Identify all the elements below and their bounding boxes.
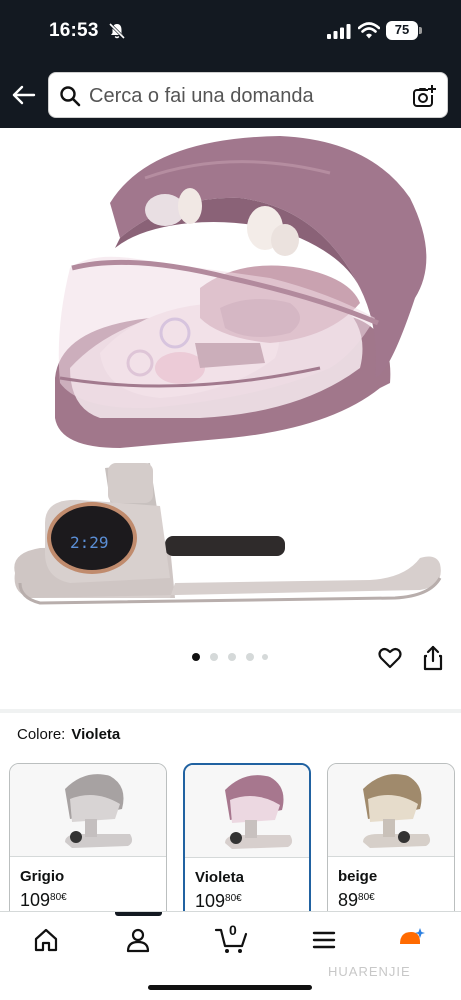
watermark-text: HUARENJIE [328, 964, 411, 979]
ai-assistant-icon[interactable] [398, 926, 426, 954]
cellular-signal-icon [327, 24, 351, 39]
share-icon[interactable] [421, 644, 445, 672]
variant-price: 10980€ [20, 890, 67, 910]
camera-search-icon[interactable] [411, 83, 437, 109]
carousel-dot[interactable] [210, 653, 218, 661]
account-icon[interactable] [124, 926, 152, 954]
cart-button[interactable]: 0 [214, 922, 250, 954]
variant-name: Grigio [20, 868, 65, 885]
product-image-carousel[interactable]: 2:29 [0, 128, 461, 633]
section-divider [0, 709, 461, 713]
variant-price: 10980€ [195, 891, 242, 911]
variant-name: beige [338, 868, 378, 885]
carousel-dot[interactable] [192, 653, 200, 661]
heart-icon[interactable] [377, 645, 403, 671]
search-icon [60, 86, 81, 107]
silent-bell-icon [108, 22, 126, 40]
home-icon[interactable] [32, 926, 60, 954]
search-input[interactable]: Cerca o fai una domanda [89, 85, 314, 108]
battery-percentage: 75 [394, 22, 410, 37]
wifi-icon [358, 22, 380, 39]
variant-price: 8980€ [338, 890, 375, 910]
menu-icon[interactable] [310, 926, 338, 954]
status-time: 16:53 [49, 20, 99, 41]
color-selected-value: Violeta [71, 726, 121, 743]
variant-thumbnail [328, 764, 454, 856]
nav-active-indicator [115, 912, 162, 916]
variant-thumbnail [10, 764, 166, 856]
status-bar: 16:53 75 [0, 0, 461, 62]
back-arrow-icon[interactable] [11, 82, 37, 108]
variant-thumbnail [185, 765, 309, 857]
carousel-dot[interactable] [246, 653, 254, 661]
baby-swing-product-image: 2:29 [14, 136, 442, 605]
carousel-dot[interactable] [262, 654, 268, 660]
svg-text:2:29: 2:29 [70, 533, 109, 552]
battery-indicator: 75 [386, 21, 422, 40]
home-indicator [148, 985, 312, 990]
carousel-dot[interactable] [228, 653, 236, 661]
cart-count: 0 [229, 922, 237, 938]
top-bar: 16:53 75 Cerca o fai una domanda [0, 0, 461, 128]
color-selector-heading: Colore: Violeta [17, 726, 120, 743]
variant-option-grigio[interactable]: Grigio 10980€ [9, 763, 167, 923]
carousel-pagination[interactable] [190, 653, 280, 663]
search-bar[interactable]: Cerca o fai una domanda [48, 72, 448, 118]
color-label: Colore: [17, 726, 66, 743]
variant-option-beige[interactable]: beige 8980€ [327, 763, 455, 923]
variant-name: Violeta [195, 869, 244, 886]
variant-option-violeta[interactable]: Violeta 10980€ [183, 763, 311, 923]
